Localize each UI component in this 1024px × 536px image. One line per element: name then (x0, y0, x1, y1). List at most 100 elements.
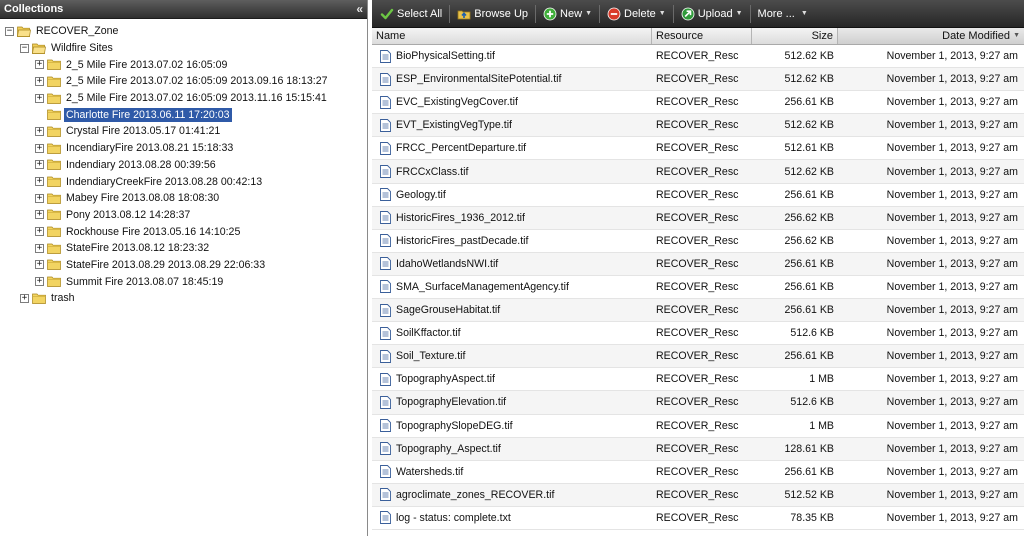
collapse-node-icon[interactable]: − (5, 26, 14, 36)
collapse-node-icon[interactable]: − (20, 43, 29, 53)
resource-cell: RECOVER_Resc (656, 488, 739, 501)
table-row[interactable]: TopographyAspect.tif RECOVER_Resc 1 MB Nove… (372, 368, 1024, 392)
expand-node-icon[interactable]: + (35, 243, 44, 253)
tree-node[interactable]: + StateFire 2013.08.12 18:23:32 (0, 240, 367, 257)
tree-node[interactable]: + Pony 2013.08.12 14:28:37 (0, 207, 367, 224)
table-row[interactable]: agroclimate_zones_RECOVER.tif RECOVER_Res… (372, 483, 1024, 507)
tree-node[interactable]: + Rockhouse Fire 2013.05.16 14:10:25 (0, 223, 367, 240)
expand-node-icon[interactable]: + (35, 143, 44, 153)
table-row[interactable]: Geology.tif RECOVER_Resc 256.61 KB November… (372, 184, 1024, 207)
folder-icon (47, 59, 61, 71)
file-name-cell[interactable]: Watersheds.tif (372, 465, 652, 479)
file-name: TopographySlopeDEG.tif (396, 419, 513, 432)
expand-node-icon[interactable]: + (35, 227, 44, 237)
expand-node-icon[interactable]: + (35, 76, 44, 86)
file-name-cell[interactable]: BioPhysicalSetting.tif (372, 49, 652, 63)
tree-node[interactable]: + IncendiaryFire 2013.08.21 15:18:33 (0, 140, 367, 157)
upload-button[interactable]: Upload ▼ (677, 3, 747, 25)
tree-node[interactable]: + IndendiaryCreekFire 2013.08.28 00:42:13 (0, 173, 367, 190)
table-row[interactable]: TopographyElevation.tif RECOVER_Resc 512.6… (372, 391, 1024, 415)
date-modified-cell: November 1, 2013, 9:27 am (886, 234, 1018, 247)
expand-node-icon[interactable]: + (35, 193, 44, 203)
table-row[interactable]: EVT_ExistingVegType.tif RECOVER_Resc 512.6… (372, 114, 1024, 138)
tree-node[interactable]: − Wildfire Sites (0, 40, 367, 57)
file-name-cell[interactable]: EVC_ExistingVegCover.tif (372, 95, 652, 109)
table-row[interactable]: Watersheds.tif RECOVER_Resc 256.61 KB Novem… (372, 461, 1024, 484)
table-row[interactable]: SMA_SurfaceManagementAgency.tif RECOVER_R… (372, 276, 1024, 300)
tree-node[interactable]: + Crystal Fire 2013.05.17 01:41:21 (0, 123, 367, 140)
resource-cell: RECOVER_Resc (656, 257, 739, 270)
table-row[interactable]: SageGrouseHabitat.tif RECOVER_Resc 256.61 … (372, 299, 1024, 323)
file-name-cell[interactable]: HistoricFires_1936_2012.tif (372, 211, 652, 225)
file-name-cell[interactable]: Soil_Texture.tif (372, 349, 652, 363)
tree-node-label: StateFire 2013.08.12 18:23:32 (66, 242, 210, 255)
expand-node-icon[interactable]: + (20, 293, 29, 303)
folder-icon (32, 293, 46, 304)
file-name-cell[interactable]: TopographyElevation.tif (372, 396, 652, 409)
file-icon (380, 372, 391, 386)
file-name-cell[interactable]: SageGrouseHabitat.tif (372, 303, 652, 317)
expand-node-icon[interactable]: + (35, 160, 44, 170)
tree-node[interactable]: + Indendiary 2013.08.28 00:39:56 (0, 157, 367, 174)
tree-node[interactable]: Charlotte Fire 2013.06.11 17:20:03 (0, 106, 367, 123)
file-name-cell[interactable]: Topography_Aspect.tif (372, 442, 652, 456)
tree-node[interactable]: + StateFire 2013.08.29 2013.08.29 22:06:3… (0, 257, 367, 274)
column-header-resource[interactable]: Resource (652, 28, 752, 44)
table-row[interactable]: TopographySlopeDEG.tif RECOVER_Resc 1 MB No… (372, 415, 1024, 438)
select-all-button[interactable]: Select All (376, 3, 446, 25)
resource-cell: RECOVER_Resc (656, 119, 739, 132)
expand-node-icon[interactable]: + (35, 126, 44, 136)
tree-node[interactable]: + Summit Fire 2013.08.07 18:45:19 (0, 273, 367, 290)
collections-header: Collections « (0, 0, 367, 19)
table-row[interactable]: BioPhysicalSetting.tif RECOVER_Resc 512.62… (372, 45, 1024, 69)
table-row[interactable]: SoilKffactor.tif RECOVER_Resc 512.6 KB Nove… (372, 322, 1024, 346)
file-name-cell[interactable]: FRCCxClass.tif (372, 165, 652, 178)
table-row[interactable]: EVC_ExistingVegCover.tif RECOVER_Resc 256.… (372, 91, 1024, 115)
date-modified-cell: November 1, 2013, 9:27 am (886, 419, 1018, 432)
file-name-cell[interactable]: TopographyAspect.tif (372, 372, 652, 386)
delete-button[interactable]: Delete ▼ (603, 3, 670, 25)
column-header-name[interactable]: Name (372, 28, 652, 44)
expand-node-icon[interactable]: + (35, 210, 44, 220)
tree-node[interactable]: +2_5 Mile Fire 2013.07.02 16:05:09 (0, 56, 367, 73)
file-name-cell[interactable]: log - status: complete.txt (372, 511, 652, 525)
table-row[interactable]: ESP_EnvironmentalSitePotential.tif RECOVE… (372, 68, 1024, 92)
table-row[interactable]: HistoricFires_pastDecade.tif RECOVER_Resc… (372, 230, 1024, 253)
file-name-cell[interactable]: SMA_SurfaceManagementAgency.tif (372, 280, 652, 294)
table-row[interactable]: FRCCxClass.tif RECOVER_Resc 512.62 KB Novem… (372, 160, 1024, 184)
file-name-cell[interactable]: IdahoWetlandsNWI.tif (372, 257, 652, 271)
expand-node-icon[interactable]: + (35, 93, 44, 103)
table-row[interactable]: HistoricFires_1936_2012.tif RECOVER_Resc 2… (372, 206, 1024, 230)
more-button[interactable]: More ... ▼ (754, 3, 812, 25)
table-row[interactable]: FRCC_PercentDeparture.tif RECOVER_Resc 512… (372, 137, 1024, 161)
expand-node-icon[interactable]: + (35, 277, 44, 287)
file-name-cell[interactable]: SoilKffactor.tif (372, 326, 652, 340)
date-modified-cell: November 1, 2013, 9:27 am (886, 373, 1018, 386)
new-button[interactable]: New ▼ (539, 3, 596, 25)
tree-node[interactable]: +2_5 Mile Fire 2013.07.02 16:05:09 2013.… (0, 90, 367, 107)
browse-up-button[interactable]: Browse Up (453, 3, 532, 25)
table-row[interactable]: log - status: complete.txt RECOVER_Resc 78… (372, 507, 1024, 530)
column-header-date-modified[interactable]: Date Modified ▼ (838, 28, 1024, 44)
file-name-cell[interactable]: FRCC_PercentDeparture.tif (372, 141, 652, 155)
size-cell: 256.62 KB (784, 234, 834, 247)
file-icon (380, 488, 391, 502)
table-row[interactable]: Soil_Texture.tif RECOVER_Resc 256.61 KB Nov… (372, 345, 1024, 369)
expand-node-icon[interactable]: + (35, 60, 44, 70)
table-row[interactable]: IdahoWetlandsNWI.tif RECOVER_Resc 256.61 K… (372, 252, 1024, 276)
tree-node[interactable]: − RECOVER_Zone (0, 23, 367, 40)
expand-node-icon[interactable]: + (35, 260, 44, 270)
tree-node[interactable]: + Mabey Fire 2013.08.08 18:08:30 (0, 190, 367, 207)
file-name-cell[interactable]: TopographySlopeDEG.tif (372, 419, 652, 432)
tree-node[interactable]: +2_5 Mile Fire 2013.07.02 16:05:09 2013.… (0, 73, 367, 90)
file-name-cell[interactable]: ESP_EnvironmentalSitePotential.tif (372, 72, 652, 86)
tree-node[interactable]: + trash (0, 290, 367, 307)
table-row[interactable]: Topography_Aspect.tif RECOVER_Resc 128.61 … (372, 437, 1024, 461)
expand-node-icon[interactable]: + (35, 177, 44, 187)
file-name-cell[interactable]: agroclimate_zones_RECOVER.tif (372, 488, 652, 502)
file-name-cell[interactable]: Geology.tif (372, 188, 652, 202)
file-name-cell[interactable]: HistoricFires_pastDecade.tif (372, 234, 652, 248)
column-header-size[interactable]: Size (752, 28, 838, 44)
file-name-cell[interactable]: EVT_ExistingVegType.tif (372, 118, 652, 132)
collapse-panel-icon[interactable]: « (356, 0, 363, 19)
